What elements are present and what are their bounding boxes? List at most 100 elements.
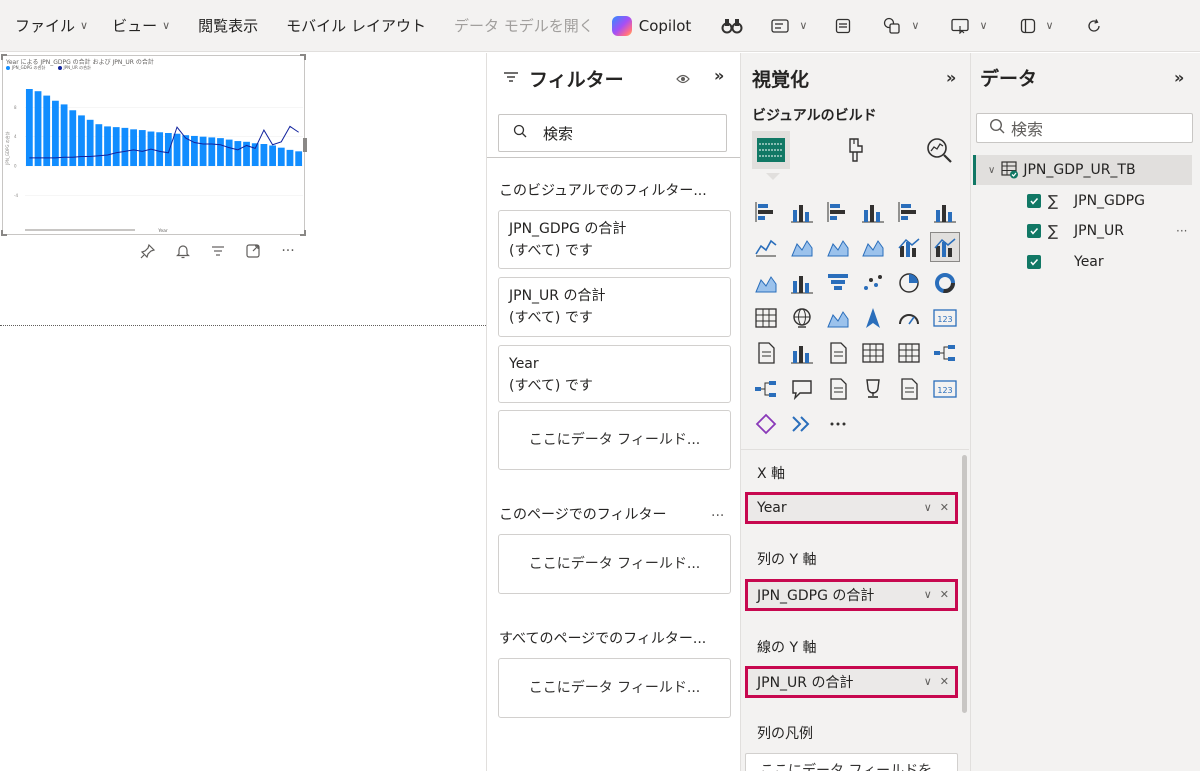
donut-chart-icon[interactable] (930, 268, 960, 298)
focus-mode-icon[interactable] (243, 241, 263, 261)
stacked-column-chart-icon[interactable] (787, 197, 817, 227)
more-options-icon[interactable]: ··· (278, 241, 298, 261)
shapes-icon[interactable]: ∨ (874, 8, 928, 44)
area-chart-icon[interactable] (787, 232, 817, 262)
report-canvas[interactable]: Year による JPN_GDPG の合計 および JPN_UR の合計 JPN… (0, 53, 486, 771)
gauge-icon[interactable] (894, 303, 924, 333)
format-tab[interactable] (837, 131, 875, 169)
copilot-button[interactable]: Copilot (605, 8, 699, 44)
100-stacked-bar-chart-icon[interactable] (894, 197, 924, 227)
table-item[interactable]: ∨ JPN_GDP_UR_TB (973, 155, 1192, 185)
visual-filter-drop-zone[interactable]: ここにデータ フィールド... (498, 410, 731, 470)
waterfall-chart-icon[interactable] (787, 268, 817, 298)
slicer-icon[interactable] (823, 338, 853, 368)
all-pages-filter-drop-zone[interactable]: ここにデータ フィールド... (498, 658, 731, 718)
chevron-down-icon[interactable]: ∨ (924, 588, 932, 601)
chevron-down-icon[interactable]: ∨ (988, 165, 995, 176)
qa-icon[interactable] (787, 374, 817, 404)
more-options-icon[interactable] (823, 409, 853, 439)
treemap-icon[interactable] (751, 303, 781, 333)
data-search-input[interactable]: 検索 (976, 113, 1193, 143)
kpi-icon[interactable] (787, 338, 817, 368)
more-options-icon[interactable]: ... (711, 504, 724, 520)
collapse-chevron-icon[interactable]: » (1174, 68, 1184, 87)
file-menu[interactable]: ファイル ∨ (8, 8, 95, 44)
key-influencers-icon[interactable] (930, 338, 960, 368)
funnel-chart-icon[interactable] (823, 268, 853, 298)
line-y-axis-well[interactable]: JPN_UR の合計 ∨ ✕ (745, 666, 958, 698)
mobile-layout-button[interactable]: モバイル レイアウト (279, 8, 433, 44)
page-filter-drop-zone[interactable]: ここにデータ フィールド... (498, 534, 731, 594)
sigma-icon: ∑ (1048, 192, 1059, 210)
azure-map-icon[interactable] (858, 303, 888, 333)
column-y-axis-well[interactable]: JPN_GDPG の合計 ∨ ✕ (745, 579, 958, 611)
window-icon[interactable]: ∨ (1011, 8, 1063, 44)
view-menu[interactable]: ビュー ∨ (105, 8, 177, 44)
checkbox-checked-icon[interactable] (1027, 194, 1041, 208)
100-stacked-column-chart-icon[interactable] (930, 197, 960, 227)
stacked-bar-chart-icon[interactable] (751, 197, 781, 227)
open-data-model-button[interactable]: データ モデルを開く (447, 8, 601, 44)
visualizations-title: 視覚化 (752, 69, 810, 91)
pie-chart-icon[interactable] (894, 268, 924, 298)
multi-row-card-icon[interactable] (751, 338, 781, 368)
narrative-icon[interactable] (823, 374, 853, 404)
textbox-icon[interactable]: ∨ (762, 8, 816, 44)
collapse-chevron-icon[interactable]: » (714, 66, 724, 85)
collapse-chevron-icon[interactable]: » (946, 68, 956, 87)
chevron-down-icon[interactable]: ∨ (924, 675, 932, 688)
scatter-chart-icon[interactable] (858, 268, 888, 298)
analytics-tab[interactable] (920, 131, 958, 169)
binoculars-icon[interactable] (712, 8, 752, 44)
field-item[interactable]: ∑ JPN_UR ··· (971, 219, 1196, 243)
filter-search-input[interactable]: 検索 (498, 114, 727, 152)
line-chart-icon[interactable] (751, 232, 781, 262)
fields-grid-icon (757, 138, 785, 162)
pin-icon[interactable] (138, 241, 158, 261)
more-options-icon[interactable]: ··· (1176, 224, 1187, 238)
map-icon[interactable] (787, 303, 817, 333)
table-icon[interactable] (858, 338, 888, 368)
fields-tab[interactable] (752, 131, 790, 169)
clustered-bar-chart-icon[interactable] (823, 197, 853, 227)
filter-card[interactable]: JPN_GDPG の合計 (すべて) です (498, 210, 731, 269)
reading-view-button[interactable]: 閲覧表示 (191, 8, 265, 44)
100-stacked-area-chart-icon[interactable] (858, 232, 888, 262)
filter-card[interactable]: JPN_UR の合計 (すべて) です (498, 277, 731, 337)
close-icon[interactable]: ✕ (940, 675, 949, 688)
legend-drop-zone[interactable]: ここにデータ フィールドを (745, 753, 958, 771)
line-clustered-column-chart-icon[interactable] (930, 232, 960, 263)
x-axis-well[interactable]: Year ∨ ✕ (745, 492, 958, 524)
present-icon[interactable]: ∨ (942, 8, 996, 44)
stacked-area-chart-icon[interactable] (823, 232, 853, 262)
matrix-icon[interactable] (894, 338, 924, 368)
power-apps-icon[interactable]: 123 (930, 374, 960, 404)
more-visuals-icon[interactable] (787, 409, 817, 439)
scrollbar[interactable] (962, 455, 967, 713)
filled-map-icon[interactable] (823, 303, 853, 333)
field-item[interactable]: Year (971, 250, 1196, 274)
filter-icon[interactable] (208, 241, 228, 261)
line-stacked-column-chart-icon[interactable] (894, 232, 924, 262)
chevron-down-icon[interactable]: ∨ (924, 501, 932, 514)
notes-icon[interactable] (826, 8, 860, 44)
checkbox-checked-icon[interactable] (1027, 255, 1041, 269)
clustered-column-chart-icon[interactable] (858, 197, 888, 227)
eye-icon[interactable] (676, 70, 690, 89)
checkbox-checked-icon[interactable] (1027, 224, 1041, 238)
filter-card[interactable]: Year (すべて) です (498, 345, 731, 403)
goals-icon[interactable] (858, 374, 888, 404)
power-automate-icon[interactable] (751, 409, 781, 439)
ribbon-chart-icon[interactable] (751, 268, 781, 298)
close-icon[interactable]: ✕ (940, 501, 949, 514)
refresh-icon[interactable] (1077, 8, 1111, 44)
close-icon[interactable]: ✕ (940, 588, 949, 601)
bell-icon[interactable] (173, 241, 193, 261)
resize-handle[interactable] (300, 54, 306, 60)
paginated-report-icon[interactable] (894, 374, 924, 404)
card-icon[interactable]: 123 (930, 303, 960, 333)
combo-chart-visual[interactable]: Year による JPN_GDPG の合計 および JPN_UR の合計 JPN… (1, 54, 307, 236)
field-item[interactable]: ∑ JPN_GDPG (971, 189, 1196, 213)
bar-mark (164, 133, 172, 166)
decomposition-tree-icon[interactable] (751, 374, 781, 404)
